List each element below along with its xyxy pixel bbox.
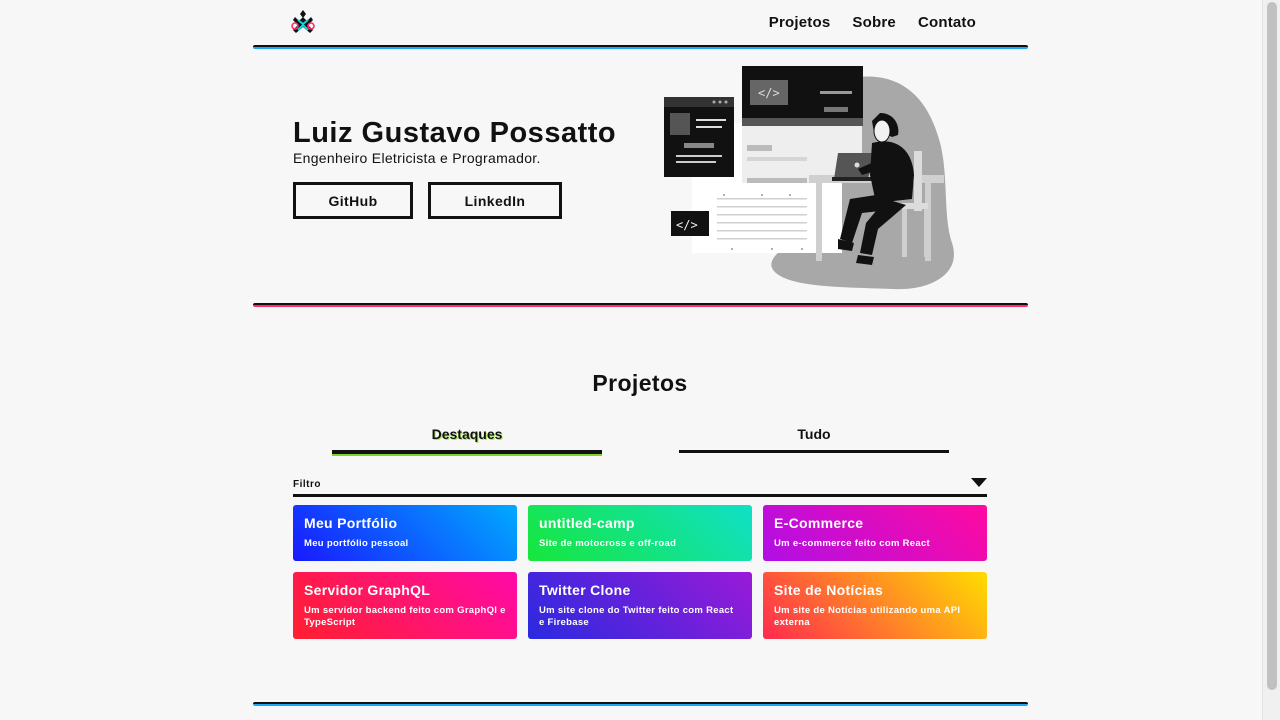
linkedin-button[interactable]: LinkedIn: [428, 182, 562, 219]
card-title: untitled-camp: [539, 515, 635, 531]
hero-subtitle: Engenheiro Eletricista e Programador.: [293, 150, 541, 166]
header-divider: [253, 45, 1028, 49]
svg-text:</>: </>: [758, 86, 780, 100]
scrollbar-thumb[interactable]: [1267, 2, 1277, 690]
filter-dropdown[interactable]: Filtro: [293, 475, 987, 497]
tab-tudo-label: Tudo: [797, 426, 831, 442]
projects-divider: [253, 702, 1028, 706]
project-card-site-de-noticias[interactable]: Site de Notícias Um site de Notícias uti…: [763, 572, 987, 639]
projects-grid: Meu Portfólio Meu portfólio pessoal unti…: [293, 505, 988, 639]
card-description: Um site clone do Twitter feito com React…: [539, 605, 734, 628]
page-scrollbar[interactable]: [1262, 0, 1280, 720]
project-card-e-commerce[interactable]: E-Commerce Um e-commerce feito com React: [763, 505, 987, 561]
svg-text:</>: </>: [676, 218, 698, 232]
project-card-untitled-camp[interactable]: untitled-camp Site de motocross e off-ro…: [528, 505, 752, 561]
card-title: Servidor GraphQL: [304, 582, 431, 598]
main-nav: Projetos Sobre Contato: [769, 14, 976, 31]
tab-destaques-label: Destaques: [431, 426, 503, 442]
tab-tudo[interactable]: Tudo: [679, 426, 949, 453]
project-card-twitter-clone[interactable]: Twitter Clone Um site clone do Twitter f…: [528, 572, 752, 639]
project-card-meu-portfolio[interactable]: Meu Portfólio Meu portfólio pessoal: [293, 505, 517, 561]
developer-at-desk-illustration: </> </>: [664, 66, 954, 290]
projects-title: Projetos: [592, 370, 688, 396]
card-title: E-Commerce: [774, 515, 864, 531]
nav-sobre[interactable]: Sobre: [852, 14, 896, 31]
hero-name: Luiz Gustavo Possatto: [293, 117, 617, 149]
hero-divider: [253, 303, 1028, 307]
nav-contato[interactable]: Contato: [918, 14, 976, 31]
github-button[interactable]: GitHub: [293, 182, 413, 219]
card-title: Twitter Clone: [539, 582, 631, 598]
cross-diamond-logo-icon[interactable]: [289, 8, 317, 36]
card-description: Um servidor backend feito com GraphQl e …: [304, 605, 506, 628]
card-description: Um site de Notícias utilizando uma API e…: [774, 605, 961, 628]
card-description: Um e-commerce feito com React: [774, 538, 931, 549]
card-title: Meu Portfólio: [304, 515, 398, 531]
nav-projetos[interactable]: Projetos: [769, 14, 831, 31]
card-title: Site de Notícias: [774, 582, 884, 598]
tab-destaques[interactable]: Destaques: [332, 426, 602, 454]
card-description: Site de motocross e off-road: [539, 538, 677, 549]
filter-label: Filtro: [293, 479, 321, 490]
caret-down-icon: [971, 478, 987, 487]
card-description: Meu portfólio pessoal: [304, 538, 409, 549]
project-card-servidor-graphql[interactable]: Servidor GraphQL Um servidor backend fei…: [293, 572, 517, 639]
